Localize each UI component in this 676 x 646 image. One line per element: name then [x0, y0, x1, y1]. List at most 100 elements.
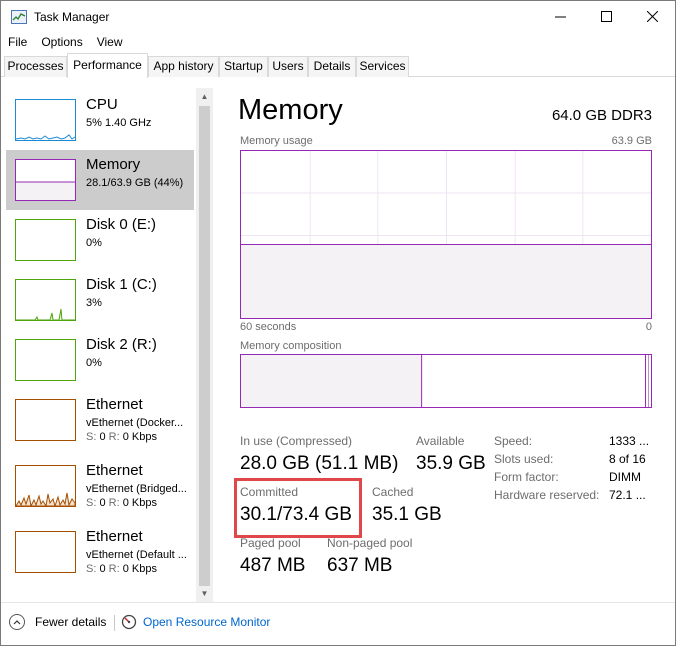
- ethernet-thumbnail-graph: [15, 531, 76, 573]
- sidebar-item-value: 0%: [86, 357, 102, 369]
- fewer-details-label: Fewer details: [35, 615, 107, 629]
- tab-performance[interactable]: Performance: [67, 53, 148, 78]
- send-label: S:: [86, 497, 97, 509]
- cached-label: Cached: [372, 485, 414, 499]
- send-label: S:: [86, 431, 97, 443]
- receive-value: 0 Kbps: [122, 497, 157, 509]
- menu-view[interactable]: View: [90, 32, 130, 52]
- menu-options[interactable]: Options: [34, 32, 89, 52]
- sidebar-item-disk-2[interactable]: Disk 2 (R:) 0%: [6, 330, 194, 390]
- sidebar-item-label: Memory: [86, 156, 141, 173]
- performance-pane: CPU 5% 1.40 GHz Memory 28.1/63.9 GB (44%…: [2, 78, 674, 602]
- speed-value: 1333 ...: [609, 434, 650, 448]
- sidebar-item-disk-1[interactable]: Disk 1 (C:) 3%: [6, 270, 194, 330]
- send-label: S:: [86, 563, 97, 575]
- receive-value: 0 Kbps: [122, 431, 157, 443]
- sidebar-item-label: Ethernet: [86, 396, 143, 413]
- tab-bar: Processes Performance App history Startu…: [1, 53, 675, 78]
- tab-services[interactable]: Services: [356, 56, 409, 77]
- ethernet-thumbnail-graph: [15, 399, 76, 441]
- in-use-label: In use (Compressed): [240, 434, 353, 448]
- scroll-thumb[interactable]: [199, 106, 210, 586]
- available-value: 35.9 GB: [416, 453, 486, 474]
- fewer-details-button[interactable]: Fewer details: [9, 614, 106, 630]
- footer-divider: [114, 615, 115, 631]
- sidebar-item-ethernet-bridged[interactable]: Ethernet vEthernet (Bridged... S: 0 R: 0…: [6, 456, 194, 516]
- in-use-value: 28.0 GB (51.1 MB): [240, 453, 399, 474]
- sidebar-item-cpu[interactable]: CPU 5% 1.40 GHz: [6, 90, 194, 150]
- usage-graph-max: 63.9 GB: [611, 135, 652, 147]
- sidebar-item-label: Ethernet: [86, 528, 143, 545]
- sidebar-item-throughput: S: 0 R: 0 Kbps: [86, 563, 157, 575]
- disk-thumbnail-graph: [15, 339, 76, 381]
- minimize-button[interactable]: [537, 1, 583, 32]
- tab-users[interactable]: Users: [268, 56, 308, 77]
- form-factor-value: DIMM: [609, 470, 641, 484]
- nonpaged-pool-label: Non-paged pool: [327, 536, 413, 550]
- footer-bar: Fewer details Open Resource Monitor: [1, 602, 675, 645]
- sidebar-item-ethernet-default[interactable]: Ethernet vEthernet (Default ... S: 0 R: …: [6, 522, 194, 582]
- scroll-down-icon[interactable]: ▼: [196, 585, 213, 602]
- task-manager-icon: [11, 9, 27, 24]
- sidebar-item-adapter: vEthernet (Docker...: [86, 417, 184, 429]
- form-factor-label: Form factor:: [494, 470, 559, 484]
- sidebar-item-value: 5% 1.40 GHz: [86, 117, 152, 129]
- hardware-reserved-value: 72.1 ...: [609, 488, 646, 502]
- disk-thumbnail-graph: [15, 279, 76, 321]
- window-title: Task Manager: [34, 9, 110, 24]
- hardware-reserved-label: Hardware reserved:: [494, 488, 600, 502]
- nonpaged-pool-value: 637 MB: [327, 555, 393, 576]
- resource-sidebar: CPU 5% 1.40 GHz Memory 28.1/63.9 GB (44%…: [2, 78, 213, 602]
- title-bar: Task Manager: [1, 1, 675, 32]
- resource-monitor-label: Open Resource Monitor: [143, 615, 271, 629]
- memory-thumbnail-graph: [15, 159, 76, 201]
- ethernet-thumbnail-graph: [15, 465, 76, 507]
- tab-processes[interactable]: Processes: [4, 56, 67, 77]
- resource-monitor-icon: [121, 614, 137, 630]
- receive-label: R:: [108, 497, 120, 509]
- sidebar-item-value: 3%: [86, 297, 102, 309]
- close-button[interactable]: [629, 1, 675, 32]
- cached-value: 35.1 GB: [372, 504, 442, 525]
- tab-startup[interactable]: Startup: [219, 56, 268, 77]
- chevron-up-icon: [9, 614, 25, 630]
- send-value: 0: [99, 563, 106, 575]
- paged-pool-value: 487 MB: [240, 555, 306, 576]
- sidebar-item-ethernet-docker[interactable]: Ethernet vEthernet (Docker... S: 0 R: 0 …: [6, 390, 194, 450]
- sidebar-item-adapter: vEthernet (Bridged...: [86, 483, 187, 495]
- sidebar-item-value: 28.1/63.9 GB (44%): [86, 177, 184, 189]
- scroll-up-icon[interactable]: ▲: [196, 88, 213, 105]
- tab-details[interactable]: Details: [308, 56, 356, 77]
- memory-composition-bar: [240, 354, 652, 408]
- memory-spec: 64.0 GB DDR3: [551, 107, 652, 124]
- sidebar-scrollbar[interactable]: ▲ ▼: [196, 88, 213, 602]
- menu-file[interactable]: File: [1, 32, 34, 52]
- receive-value: 0 Kbps: [122, 563, 157, 575]
- receive-label: R:: [108, 431, 120, 443]
- sidebar-item-label: Disk 2 (R:): [86, 336, 157, 353]
- graph-time-end: 0: [645, 321, 652, 333]
- speed-label: Speed:: [494, 434, 533, 448]
- memory-detail-panel: Memory 64.0 GB DDR3 Memory usage 63.9 GB…: [234, 78, 658, 602]
- receive-label: R:: [108, 563, 120, 575]
- send-value: 0: [99, 497, 106, 509]
- sidebar-item-memory[interactable]: Memory 28.1/63.9 GB (44%): [6, 150, 194, 210]
- available-label: Available: [416, 434, 465, 448]
- minimize-icon: [554, 16, 566, 18]
- open-resource-monitor-link[interactable]: Open Resource Monitor: [121, 614, 270, 630]
- composition-in-use: [241, 355, 422, 407]
- sidebar-item-label: Ethernet: [86, 462, 143, 479]
- maximize-button[interactable]: [583, 1, 629, 32]
- sidebar-item-disk-0[interactable]: Disk 0 (E:) 0%: [6, 210, 194, 270]
- page-title: Memory: [238, 94, 343, 126]
- sidebar-item-throughput: S: 0 R: 0 Kbps: [86, 497, 157, 509]
- sidebar-item-label: Disk 0 (E:): [86, 216, 157, 233]
- sidebar-item-adapter: vEthernet (Default ...: [86, 549, 187, 561]
- composition-label: Memory composition: [240, 340, 342, 352]
- sidebar-item-label: Disk 1 (C:): [86, 276, 157, 293]
- tab-app-history[interactable]: App history: [148, 56, 219, 77]
- sidebar-item-value: 0%: [86, 237, 102, 249]
- usage-graph-label: Memory usage: [240, 135, 313, 147]
- disk-thumbnail-graph: [15, 219, 76, 261]
- memory-usage-graph: [240, 150, 652, 319]
